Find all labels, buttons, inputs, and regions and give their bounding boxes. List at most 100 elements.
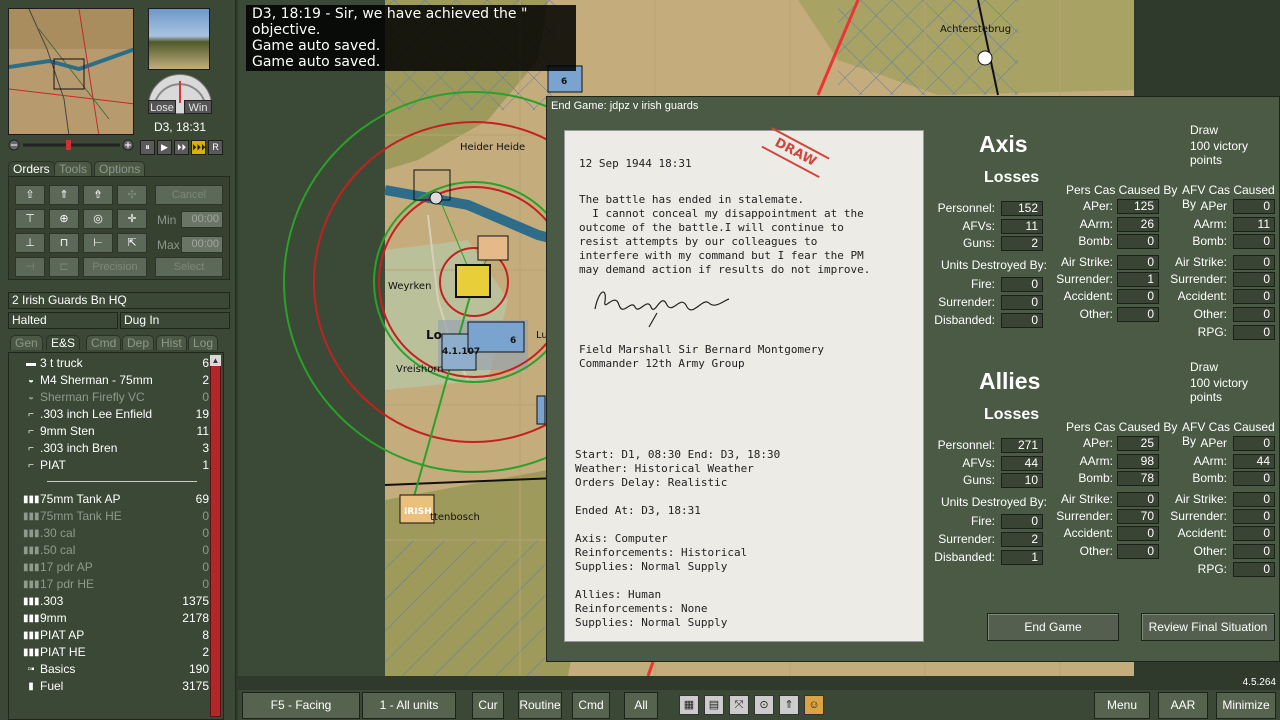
facing-button[interactable]: F5 - Facing — [242, 692, 360, 719]
move-order-button[interactable]: ⇧ — [15, 185, 45, 205]
route-icon[interactable]: ⤧ — [729, 695, 749, 715]
scrollbar[interactable] — [210, 355, 221, 717]
defend-order-button[interactable]: ⊤ — [15, 209, 45, 229]
list-item[interactable]: ▮▮▮ .50 cal 0 — [9, 542, 209, 559]
map-label-vreishorn: Vreishorn — [396, 364, 444, 375]
axis-title: Axis — [979, 131, 1028, 157]
tab-tools[interactable]: Tools — [54, 161, 93, 176]
tab-gen[interactable]: Gen — [10, 335, 43, 350]
minimize-button[interactable]: Minimize — [1216, 692, 1276, 719]
fast-button[interactable]: ⏵⏵ — [174, 140, 189, 155]
equipment-name: .50 cal — [40, 543, 76, 557]
list-item[interactable]: ▬ 3 t truck 6 — [9, 355, 209, 372]
list-item[interactable]: ▮▮▮ PIAT AP 8 — [9, 627, 209, 644]
list-item[interactable]: ⌐ .303 inch Bren 3 — [9, 440, 209, 457]
aar-button[interactable]: AAR — [1158, 692, 1208, 719]
menu-button[interactable]: Menu — [1094, 692, 1150, 719]
delay-order-button[interactable]: ◎ — [83, 209, 113, 229]
equipment-name: Sherman Firefly VC — [40, 390, 145, 404]
guns-value: 2 — [1001, 236, 1043, 251]
surrender-value: 2 — [1001, 532, 1043, 547]
list-item[interactable]: ▮▮▮ 75mm Tank HE 0 — [9, 508, 209, 525]
afvs-value: 44 — [1001, 456, 1043, 471]
select-button[interactable]: Select — [155, 257, 223, 277]
list-item[interactable]: ▫▪ Basics 190 — [9, 661, 209, 678]
afvs-label: AFVs: — [962, 456, 995, 470]
scroll-up-icon[interactable]: ▲ — [210, 355, 221, 366]
layers-icon[interactable]: ▤ — [704, 695, 724, 715]
cancel-order-button[interactable]: Cancel — [155, 185, 223, 205]
tab-hist[interactable]: Hist — [156, 335, 187, 350]
max-time-field[interactable]: 00:00 — [181, 236, 223, 253]
unit-counter-label[interactable]: 4.1.107 — [442, 347, 480, 357]
end-game-button[interactable]: End Game — [987, 613, 1119, 641]
hold-order-button[interactable]: ⊥ — [15, 233, 45, 253]
play-button[interactable]: ▶ — [157, 140, 172, 155]
list-item[interactable]: ▮ Fuel 3175 — [9, 678, 209, 695]
cur-button[interactable]: Cur — [472, 692, 504, 719]
list-item[interactable]: ⌐ 9mm Sten 11 — [9, 423, 209, 440]
replay-button[interactable]: R — [208, 140, 223, 155]
assault-order-button[interactable]: ⇮ — [83, 185, 113, 205]
cmd-button[interactable]: Cmd — [572, 692, 610, 719]
list-item[interactable]: ⌐ .303 inch Lee Enfield 19 — [9, 406, 209, 423]
tab-es[interactable]: E&S — [46, 335, 81, 350]
allies-result: Draw — [1190, 360, 1219, 374]
dig-in-order-button[interactable]: ⊓ — [49, 233, 79, 253]
bridge-order-button[interactable]: ⊢ — [83, 233, 113, 253]
letter-signatory: Field Marshall Sir Bernard Montgomery — [579, 343, 825, 356]
unit-filter-button[interactable]: 1 - All units — [362, 692, 456, 719]
list-item[interactable]: ▮▮▮ 17 pdr AP 0 — [9, 559, 209, 576]
fast-move-order-button[interactable]: ⇑ — [49, 185, 79, 205]
routine-button[interactable]: Routine — [518, 692, 562, 719]
list-item[interactable]: ◒ Sherman Firefly VC 0 — [9, 389, 209, 406]
afv-rpg-value: 0 — [1233, 562, 1275, 577]
tab-orders[interactable]: Orders — [8, 161, 55, 176]
list-separator — [47, 481, 197, 482]
afv-aarm-label: AArm: — [1193, 454, 1227, 468]
list-item[interactable]: ◒ M4 Sherman - 75mm 2 — [9, 372, 209, 389]
pause-button[interactable]: ⏸ — [140, 140, 155, 155]
hq-icon[interactable]: ⇑ — [779, 695, 799, 715]
zoom-slider[interactable] — [8, 139, 134, 151]
unit-counter-label[interactable]: 6 — [510, 336, 516, 346]
list-item[interactable]: ⌐ PIAT 1 — [9, 457, 209, 474]
rifle-icon: ⌐ — [28, 409, 34, 420]
portrait-icon[interactable]: ☺ — [804, 695, 824, 715]
personnel-label: Personnel: — [937, 438, 995, 452]
list-item[interactable]: ▮▮▮ .30 cal 0 — [9, 525, 209, 542]
target-order-button[interactable]: ✛ — [117, 209, 147, 229]
minimap[interactable] — [8, 8, 134, 135]
list-item[interactable]: ▮▮▮ 9mm 2178 — [9, 610, 209, 627]
list-item[interactable]: ▮▮▮ PIAT HE 2 — [9, 644, 209, 661]
message-log: D3, 18:19 - Sir, we have achieved the " … — [246, 5, 576, 71]
mode-button[interactable]: ⊣ — [15, 257, 45, 277]
all-button[interactable]: All — [624, 692, 658, 719]
objective-icon[interactable]: ⊙ — [754, 695, 774, 715]
grid-icon[interactable]: ▦ — [679, 695, 699, 715]
tab-log[interactable]: Log — [188, 335, 219, 350]
min-time-field[interactable]: 00:00 — [181, 211, 223, 228]
unit-counter-label[interactable]: 6 — [561, 77, 567, 87]
list-item[interactable]: ▮▮▮ .303 1375 — [9, 593, 209, 610]
tab-options[interactable]: Options — [94, 161, 146, 176]
split-order-button[interactable]: ⇱ — [117, 233, 147, 253]
bombard-order-button[interactable]: ✣ — [117, 185, 147, 205]
letter-detail: Axis: Computer — [575, 532, 668, 545]
list-item[interactable]: ▮▮▮ 17 pdr HE 0 — [9, 576, 209, 593]
tab-dep[interactable]: Dep — [122, 335, 155, 350]
list-item[interactable]: ▮▮▮ 75mm Tank AP 69 — [9, 491, 209, 508]
precision-button[interactable]: Precision — [83, 257, 147, 277]
equipment-count: 0 — [202, 560, 209, 574]
letter-detail: Ended At: D3, 18:31 — [575, 504, 701, 517]
pers-bomb-value: 78 — [1117, 471, 1159, 486]
review-final-situation-button[interactable]: Review Final Situation — [1141, 613, 1275, 641]
letter-line: resist attempts by our colleagues to — [579, 235, 818, 248]
fastest-button[interactable]: ⏵⏵⏵ — [191, 140, 206, 155]
probe-order-button[interactable]: ⊕ — [49, 209, 79, 229]
report-button[interactable]: ⊏ — [49, 257, 79, 277]
unit-counter-label[interactable]: IRISH — [404, 507, 432, 517]
tab-cmd[interactable]: Cmd — [86, 335, 122, 350]
tank-icon: ◒ — [27, 375, 35, 386]
afv-other-value: 0 — [1233, 307, 1275, 322]
